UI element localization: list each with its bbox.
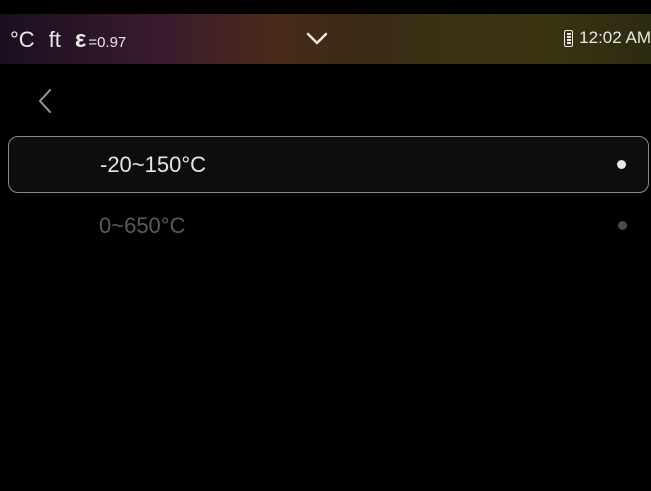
range-option-2[interactable]: 0~650°C	[8, 198, 649, 255]
screen: °C ft ε =0.97 12:02 AM -20~150°C 0~650°C	[0, 0, 651, 491]
emissivity-value: =0.97	[88, 34, 127, 51]
chevron-down-icon[interactable]	[305, 31, 329, 47]
emissivity-icon: ε	[74, 26, 87, 53]
battery-icon	[564, 29, 574, 47]
status-indicators: °C ft ε =0.97	[10, 26, 126, 54]
range-option-1[interactable]: -20~150°C	[8, 136, 649, 193]
distance-unit: ft	[48, 27, 61, 52]
range-option-label: 0~650°C	[99, 213, 186, 238]
status-bar: °C ft ε =0.97 12:02 AM	[0, 14, 651, 64]
clock: 12:02 AM	[579, 28, 651, 47]
radio-selected-icon	[617, 160, 626, 169]
chevron-left-icon	[39, 89, 51, 113]
status-right: 12:02 AM	[564, 28, 651, 48]
radio-unselected-icon	[618, 221, 627, 230]
back-button[interactable]	[34, 86, 56, 116]
range-option-label: -20~150°C	[100, 152, 207, 177]
temperature-unit: °C	[10, 27, 35, 52]
